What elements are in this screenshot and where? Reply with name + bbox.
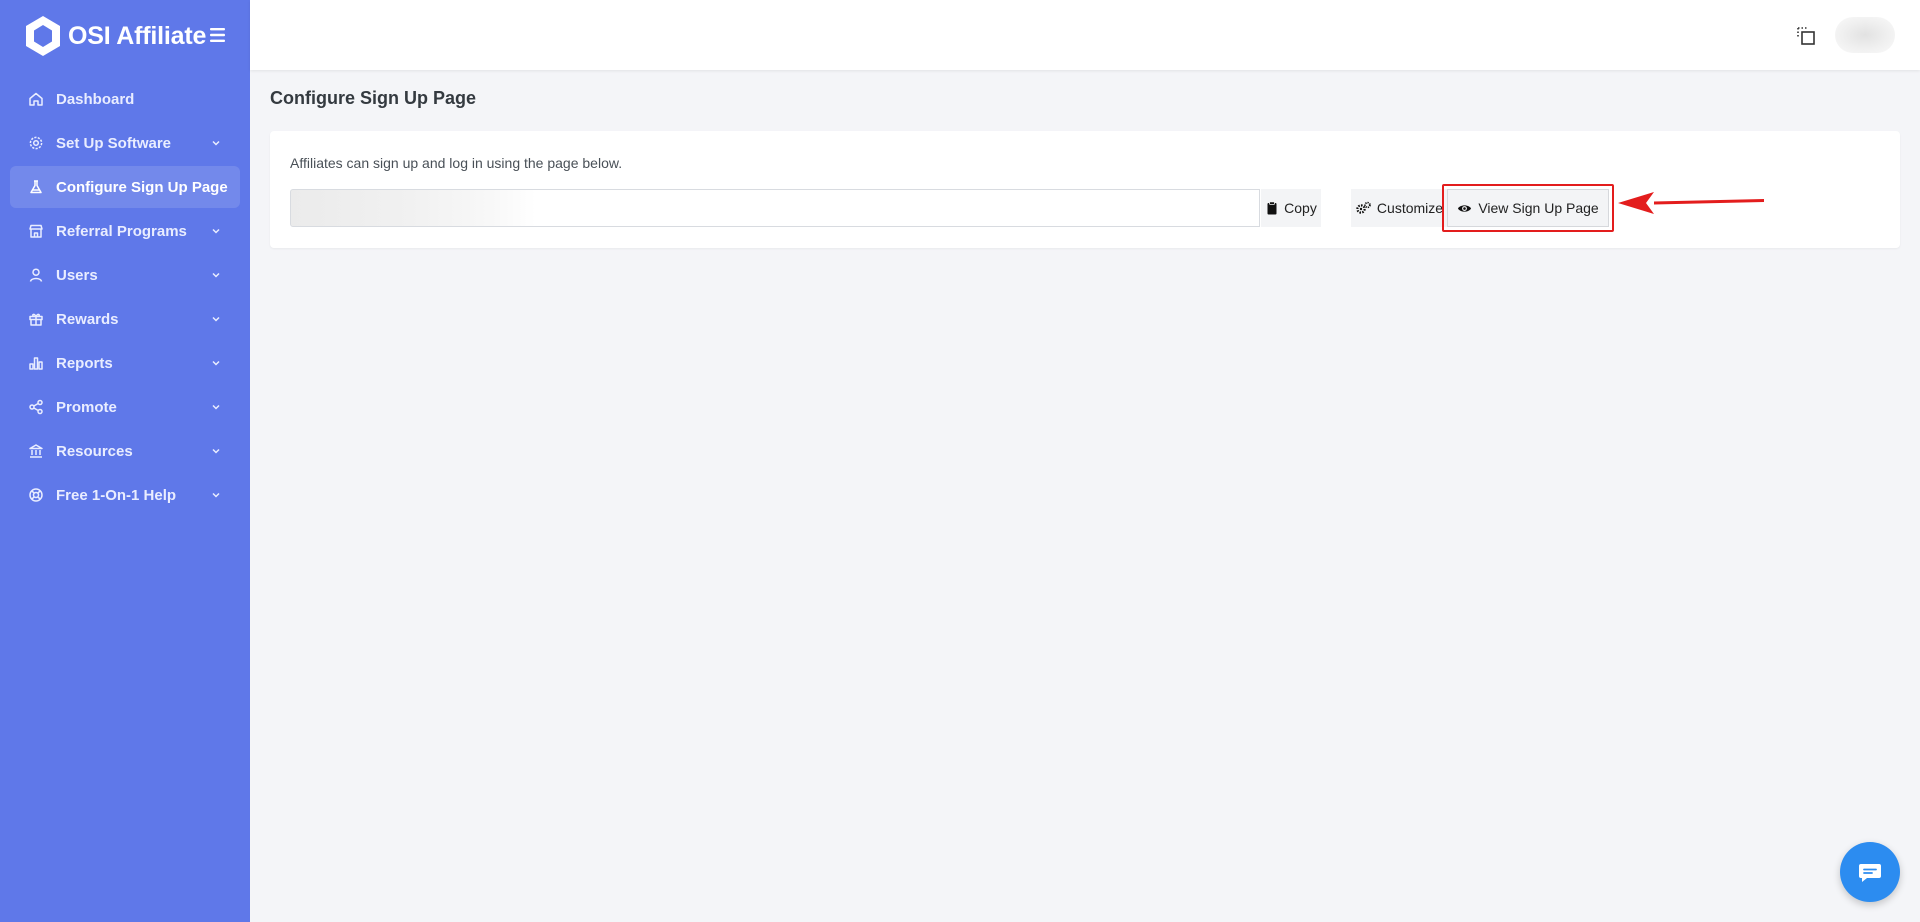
chat-button[interactable]	[1840, 842, 1900, 902]
sidebar-item-label: Rewards	[56, 310, 119, 328]
chevron-down-icon	[212, 140, 220, 146]
sidebar-item-users[interactable]: Users	[10, 254, 240, 296]
eye-icon	[1458, 204, 1472, 212]
sidebar-item-promote[interactable]: Promote	[10, 386, 240, 428]
chevron-down-icon	[212, 492, 220, 498]
sidebar-item-label: Reports	[56, 354, 113, 372]
sidebar-item-label: Referral Programs	[56, 222, 187, 240]
page-title: Configure Sign Up Page	[270, 88, 477, 108]
brand-name: OSI Affiliate	[68, 21, 207, 50]
view-sign-up-page-button[interactable]: View Sign Up Page	[1447, 189, 1609, 227]
sidebar-item-free-help[interactable]: Free 1-On-1 Help	[10, 474, 240, 516]
sidebar-item-label: Users	[56, 266, 98, 284]
customize-button[interactable]: Customize	[1351, 189, 1447, 227]
gears-icon	[1356, 201, 1371, 214]
copy-button[interactable]: Copy	[1261, 189, 1321, 227]
card-description: Affiliates can sign up and log in using …	[290, 155, 623, 171]
sidebar-item-label: Free 1-On-1 Help	[56, 486, 177, 504]
sidebar-item-rewards[interactable]: Rewards	[10, 298, 240, 340]
brand[interactable]: OSI Affiliate	[24, 14, 234, 58]
share-icon	[29, 399, 43, 415]
sidebar-item-label: Promote	[56, 398, 117, 416]
sidebar-item-label: Configure Sign Up Page	[56, 178, 228, 196]
hamburger-menu-icon[interactable]	[206, 23, 230, 47]
chevron-down-icon	[212, 448, 220, 454]
sidebar-item-label: Resources	[56, 442, 133, 460]
sidebar: OSI Affiliate Dashboard Set Up Software	[0, 0, 250, 922]
sidebar-item-label: Set Up Software	[56, 134, 172, 152]
fullscreen-icon[interactable]	[1795, 25, 1817, 47]
clipboard-icon	[1267, 201, 1277, 215]
flask-icon	[30, 180, 42, 194]
sidebar-item-label: Dashboard	[56, 90, 135, 108]
store-icon	[29, 224, 43, 238]
sidebar-nav: Dashboard Set Up Software Configure Sign…	[10, 78, 240, 518]
chevron-down-icon	[212, 360, 220, 366]
lifebuoy-icon	[29, 488, 43, 502]
top-bar	[250, 0, 1920, 70]
chevron-down-icon	[212, 272, 220, 278]
sidebar-item-dashboard[interactable]: Dashboard	[10, 78, 240, 120]
sidebar-item-referral-programs[interactable]: Referral Programs	[10, 210, 240, 252]
view-sign-up-page-label: View Sign Up Page	[1478, 200, 1599, 216]
customize-button-label: Customize	[1376, 200, 1444, 216]
chevron-down-icon	[212, 316, 220, 322]
user-icon	[29, 268, 43, 282]
bank-icon	[29, 444, 43, 458]
gift-icon	[29, 313, 43, 326]
avatar[interactable]	[1835, 17, 1895, 53]
logo-icon	[26, 16, 60, 56]
sidebar-item-configure-sign-up-page[interactable]: Configure Sign Up Page	[10, 166, 240, 208]
sign-up-url-input[interactable]	[290, 189, 1260, 227]
sidebar-item-set-up-software[interactable]: Set Up Software	[10, 122, 240, 164]
sidebar-item-resources[interactable]: Resources	[10, 430, 240, 472]
home-icon	[29, 92, 43, 106]
bar-chart-icon	[29, 357, 43, 370]
chat-bubble-icon	[1859, 864, 1881, 882]
chevron-down-icon	[212, 404, 220, 410]
copy-button-label: Copy	[1284, 200, 1317, 216]
sign-up-page-card: Affiliates can sign up and log in using …	[270, 131, 1900, 248]
gear-icon	[29, 136, 43, 150]
sidebar-item-reports[interactable]: Reports	[10, 342, 240, 384]
chevron-down-icon	[212, 228, 220, 234]
